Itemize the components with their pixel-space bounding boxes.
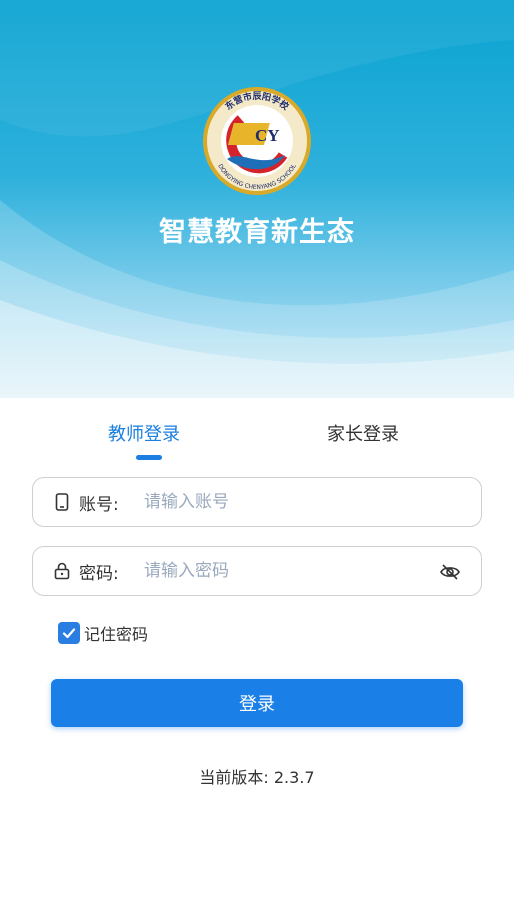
login-button[interactable]: 登录 — [51, 679, 463, 727]
login-tabs: 教师登录 家长登录 — [0, 398, 514, 468]
remember-password-toggle[interactable]: 记住密码 — [58, 621, 148, 645]
hero-banner: CY 东营市辰阳学校 DONGYING CHENYANG SCHOOL 智慧教育… — [0, 0, 514, 398]
account-input[interactable] — [142, 491, 416, 513]
eye-off-icon[interactable] — [439, 561, 461, 583]
tab-parent-login[interactable]: 家长登录 — [327, 420, 399, 446]
account-field[interactable]: 账号: — [32, 477, 482, 527]
school-logo: CY 东营市辰阳学校 DONGYING CHENYANG SCHOOL — [203, 87, 311, 195]
active-tab-indicator — [136, 455, 162, 460]
remember-label: 记住密码 — [84, 625, 149, 644]
lock-icon — [53, 562, 71, 580]
remember-checkbox[interactable] — [58, 622, 80, 644]
hero-waves — [0, 0, 514, 398]
app-slogan: 智慧教育新生态 — [159, 217, 355, 248]
logo-monogram: CY — [255, 126, 280, 145]
password-input[interactable] — [142, 560, 416, 582]
password-field[interactable]: 密码: — [32, 546, 482, 596]
tab-teacher-login[interactable]: 教师登录 — [108, 420, 180, 446]
version-text: 当前版本: 2.3.7 — [199, 768, 315, 787]
checkmark-icon — [62, 628, 76, 639]
phone-icon — [53, 493, 71, 511]
password-label: 密码: — [79, 563, 119, 584]
account-label: 账号: — [79, 494, 119, 515]
